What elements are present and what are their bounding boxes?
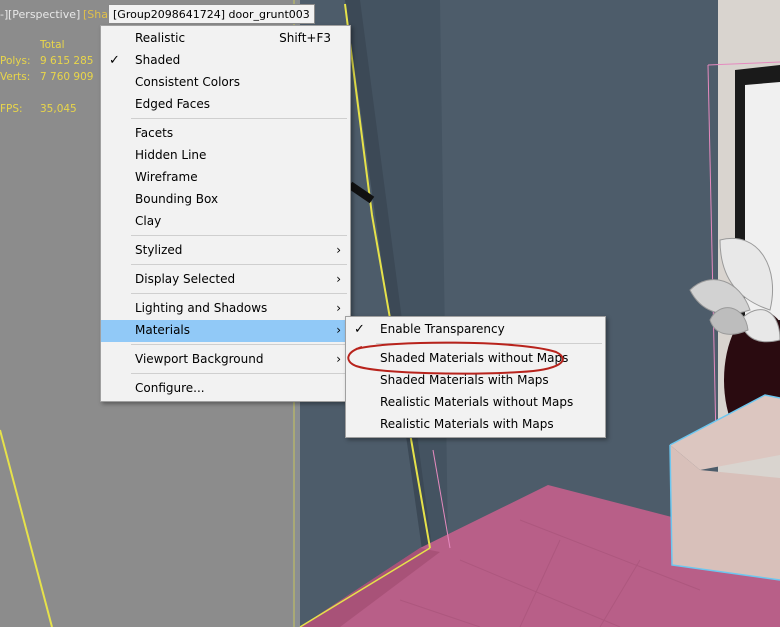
stats-fps-value: 35,045 bbox=[40, 103, 77, 115]
shading-context-menu: Realistic Shift+F3 ✓ Shaded Consistent C… bbox=[100, 25, 351, 402]
menu-item-label: Viewport Background bbox=[135, 352, 264, 366]
submenu-item-shaded-materials-without-maps[interactable]: Shaded Materials without Maps bbox=[346, 348, 605, 370]
stats-polys-value: 9 615 285 bbox=[40, 55, 94, 67]
submenu-item-enable-transparency[interactable]: ✓ Enable Transparency bbox=[346, 319, 605, 341]
menu-item-display-selected[interactable]: Display Selected › bbox=[101, 269, 350, 291]
materials-submenu: ✓ Enable Transparency Shaded Materials w… bbox=[345, 316, 606, 438]
submenu-item-label: Shaded Materials with Maps bbox=[380, 373, 549, 387]
stats-verts-label: Verts: bbox=[0, 71, 31, 83]
stats-verts-value: 7 760 909 bbox=[40, 71, 94, 83]
menu-separator bbox=[131, 264, 347, 265]
menu-item-lighting-and-shadows[interactable]: Lighting and Shadows › bbox=[101, 298, 350, 320]
menu-item-label: Shaded bbox=[135, 53, 181, 67]
viewport-view-label[interactable]: [Perspective] bbox=[8, 6, 80, 24]
menu-item-clay[interactable]: Clay bbox=[101, 211, 350, 233]
chevron-right-icon: › bbox=[336, 301, 341, 315]
menu-item-label: Configure... bbox=[135, 381, 205, 395]
menu-item-label: Facets bbox=[135, 126, 174, 140]
submenu-item-label: Realistic Materials with Maps bbox=[380, 417, 554, 431]
menu-item-consistent-colors[interactable]: Consistent Colors bbox=[101, 72, 350, 94]
menu-separator bbox=[131, 235, 347, 236]
submenu-item-shaded-materials-with-maps[interactable]: Shaded Materials with Maps bbox=[346, 370, 605, 392]
menu-separator bbox=[131, 373, 347, 374]
menu-item-label: Lighting and Shadows bbox=[135, 301, 268, 315]
menu-item-materials[interactable]: Materials › bbox=[101, 320, 350, 342]
menu-item-label: Realistic bbox=[135, 31, 186, 45]
menu-item-wireframe[interactable]: Wireframe bbox=[101, 167, 350, 189]
menu-item-hidden-line[interactable]: Hidden Line bbox=[101, 145, 350, 167]
menu-item-shortcut: Shift+F3 bbox=[279, 31, 331, 45]
menu-item-label: Wireframe bbox=[135, 170, 198, 184]
stats-polys-label: Polys: bbox=[0, 55, 31, 67]
menu-item-label: Bounding Box bbox=[135, 192, 219, 206]
menu-item-shaded[interactable]: ✓ Shaded bbox=[101, 50, 350, 72]
viewport-shading-label[interactable]: [Sha bbox=[83, 6, 108, 24]
submenu-item-realistic-materials-without-maps[interactable]: Realistic Materials without Maps bbox=[346, 392, 605, 414]
menu-separator bbox=[131, 344, 347, 345]
chevron-right-icon: › bbox=[336, 352, 341, 366]
stats-total-header: Total bbox=[40, 39, 65, 51]
menu-item-label: Consistent Colors bbox=[135, 75, 240, 89]
menu-item-label: Display Selected bbox=[135, 272, 236, 286]
menu-separator bbox=[131, 293, 347, 294]
menu-item-label: Clay bbox=[135, 214, 162, 228]
submenu-item-label: Realistic Materials without Maps bbox=[380, 395, 574, 409]
menu-item-viewport-background[interactable]: Viewport Background › bbox=[101, 349, 350, 371]
checkmark-icon: ✓ bbox=[109, 53, 120, 68]
menu-item-label: Edged Faces bbox=[135, 97, 211, 111]
menu-item-configure[interactable]: Configure... bbox=[101, 378, 350, 400]
menu-separator bbox=[131, 118, 347, 119]
menu-item-label: Stylized bbox=[135, 243, 183, 257]
chevron-right-icon: › bbox=[336, 272, 341, 286]
checkmark-icon: ✓ bbox=[354, 322, 365, 337]
menu-item-bounding-box[interactable]: Bounding Box bbox=[101, 189, 350, 211]
menu-item-facets[interactable]: Facets bbox=[101, 123, 350, 145]
selected-object-tooltip: [Group2098641724] door_grunt003 bbox=[108, 4, 315, 24]
stats-fps-label: FPS: bbox=[0, 103, 23, 115]
menu-item-label: Materials bbox=[135, 323, 191, 337]
submenu-item-realistic-materials-with-maps[interactable]: Realistic Materials with Maps bbox=[346, 414, 605, 436]
chevron-right-icon: › bbox=[336, 323, 341, 337]
chevron-right-icon: › bbox=[336, 243, 341, 257]
menu-item-realistic[interactable]: Realistic Shift+F3 bbox=[101, 28, 350, 50]
menu-item-edged-faces[interactable]: Edged Faces bbox=[101, 94, 350, 116]
menu-item-stylized[interactable]: Stylized › bbox=[101, 240, 350, 262]
menu-item-label: Hidden Line bbox=[135, 148, 207, 162]
submenu-item-label: Enable Transparency bbox=[380, 322, 505, 336]
menu-separator bbox=[376, 343, 602, 344]
submenu-item-label: Shaded Materials without Maps bbox=[380, 351, 569, 365]
